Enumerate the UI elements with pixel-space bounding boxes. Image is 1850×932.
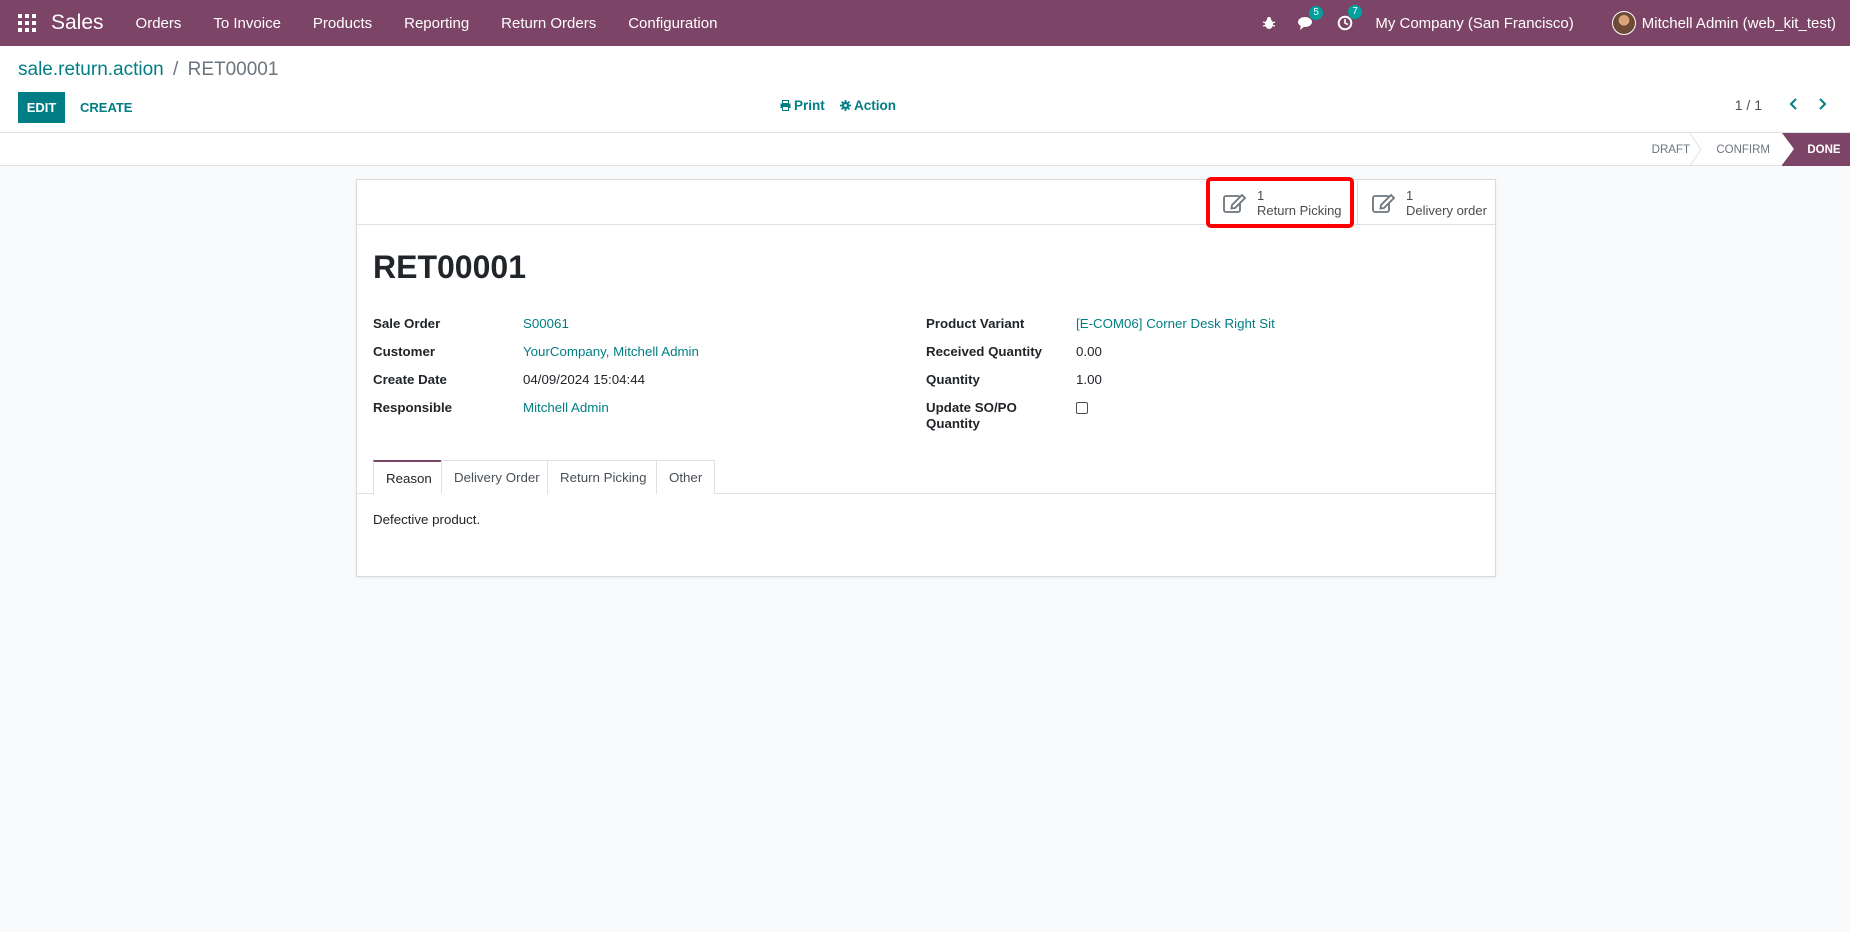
- pager-next-icon[interactable]: [1816, 96, 1828, 117]
- pager-value[interactable]: 1 / 1: [1735, 97, 1762, 113]
- stage-separator-icon: [1690, 133, 1702, 166]
- delivery-order-label: Delivery order: [1406, 202, 1487, 218]
- status-stages: DRAFT CONFIRM DONE: [1634, 133, 1850, 166]
- activities-count-badge: 7: [1348, 5, 1362, 19]
- tab-reason[interactable]: Reason: [373, 460, 445, 495]
- stage-confirm[interactable]: CONFIRM: [1702, 133, 1782, 166]
- avatar: [1611, 11, 1636, 35]
- responsible-link[interactable]: Mitchell Admin: [523, 400, 609, 428]
- menu-item-return-orders[interactable]: Return Orders: [485, 15, 612, 32]
- breadcrumb: sale.return.action / RET00001: [18, 59, 278, 81]
- menu-item-reporting[interactable]: Reporting: [388, 15, 485, 32]
- tab-return-picking[interactable]: Return Picking: [547, 460, 660, 494]
- field-label: Responsible: [373, 400, 453, 415]
- top-navbar: Sales Orders To Invoice Products Reporti…: [0, 0, 1850, 46]
- field-label: Received Quantity: [926, 344, 1043, 359]
- printer-icon: [780, 100, 791, 111]
- breadcrumb-parent-link[interactable]: sale.return.action: [18, 59, 164, 80]
- delivery-order-smart-button[interactable]: 1 Delivery order: [1357, 180, 1495, 225]
- apps-menu-icon[interactable]: [17, 13, 37, 33]
- quantity-value: 1.00: [1076, 372, 1102, 387]
- field-label: Create Date: [373, 372, 447, 387]
- field-update-quantity: Update SO/PO Quantity: [926, 400, 1486, 432]
- navbar-systray: 5 7 My Company (San Francisco) Mitchell …: [1262, 5, 1850, 35]
- menu-item-configuration[interactable]: Configuration: [612, 15, 733, 32]
- field-label: Update SO/PO Quantity: [926, 400, 1017, 431]
- reason-text: Defective product.: [373, 512, 481, 527]
- breadcrumb-separator: /: [173, 59, 179, 80]
- field-sale-order: Sale Order S00061: [373, 316, 913, 344]
- field-create-date: Create Date 04/09/2024 15:04:44: [373, 372, 913, 400]
- company-switcher[interactable]: My Company (San Francisco): [1375, 15, 1573, 32]
- customer-link[interactable]: YourCompany, Mitchell Admin: [523, 344, 699, 372]
- record-title: RET00001: [373, 249, 526, 285]
- activities-clock-icon[interactable]: 7: [1337, 5, 1362, 31]
- field-received-quantity: Received Quantity 0.00: [926, 344, 1486, 372]
- edit-pencil-icon: [1223, 193, 1247, 213]
- pager-previous-icon[interactable]: [1788, 96, 1800, 117]
- action-button-label: Action: [854, 98, 896, 113]
- notebook-tabs: Reason Delivery Order Return Picking Oth…: [357, 460, 1495, 495]
- debug-bug-icon[interactable]: [1262, 16, 1276, 30]
- field-label: Product Variant: [926, 316, 1025, 331]
- stage-done[interactable]: DONE: [1782, 133, 1850, 166]
- form-sheet: 1 Return Picking 1 Delivery order RET000…: [356, 177, 1496, 577]
- control-panel: sale.return.action / RET00001 EDIT CREAT…: [0, 46, 1850, 133]
- messages-icon[interactable]: 5: [1298, 5, 1323, 31]
- menu-item-to-invoice[interactable]: To Invoice: [197, 15, 297, 32]
- delivery-order-count: 1: [1406, 187, 1414, 203]
- action-button[interactable]: Action: [840, 98, 896, 113]
- field-label: Customer: [373, 344, 436, 359]
- right-field-group: Product Variant [E-COM06] Corner Desk Ri…: [926, 316, 1486, 432]
- edit-pencil-icon: [1372, 193, 1396, 213]
- field-label: Sale Order: [373, 316, 441, 331]
- return-picking-smart-button[interactable]: 1 Return Picking: [1206, 177, 1354, 228]
- main-menu: Orders To Invoice Products Reporting Ret…: [120, 15, 734, 32]
- print-button[interactable]: Print: [780, 98, 825, 113]
- received-quantity-value: 0.00: [1076, 344, 1102, 359]
- edit-button[interactable]: EDIT: [18, 92, 65, 123]
- status-bar: DRAFT CONFIRM DONE: [0, 133, 1850, 166]
- gear-icon: [840, 100, 851, 111]
- update-quantity-checkbox[interactable]: [1076, 402, 1088, 414]
- field-product-variant: Product Variant [E-COM06] Corner Desk Ri…: [926, 316, 1486, 344]
- user-menu[interactable]: Mitchell Admin (web_kit_test): [1611, 11, 1836, 35]
- create-button[interactable]: CREATE: [72, 92, 140, 123]
- sale-order-link[interactable]: S00061: [523, 316, 569, 344]
- field-quantity: Quantity 1.00: [926, 372, 1486, 400]
- menu-item-products[interactable]: Products: [297, 15, 388, 32]
- smart-button-box: 1 Return Picking 1 Delivery order: [357, 177, 1495, 228]
- menu-item-orders[interactable]: Orders: [120, 15, 198, 32]
- user-name: Mitchell Admin (web_kit_test): [1641, 14, 1836, 32]
- print-button-label: Print: [794, 98, 825, 113]
- app-brand[interactable]: Sales: [51, 11, 104, 35]
- product-variant-link[interactable]: [E-COM06] Corner Desk Right Sit: [1076, 316, 1275, 344]
- left-field-group: Sale Order S00061 Customer YourCompany, …: [373, 316, 913, 428]
- field-responsible: Responsible Mitchell Admin: [373, 400, 913, 428]
- messages-count-badge: 5: [1309, 5, 1323, 20]
- create-date-value: 04/09/2024 15:04:44: [523, 372, 646, 387]
- field-customer: Customer YourCompany, Mitchell Admin: [373, 344, 913, 372]
- return-picking-label: Return Picking: [1257, 202, 1342, 218]
- field-label: Quantity: [926, 372, 980, 387]
- breadcrumb-current: RET00001: [187, 59, 279, 80]
- tab-other[interactable]: Other: [656, 460, 716, 494]
- tab-delivery-order[interactable]: Delivery Order: [441, 460, 553, 494]
- return-picking-count: 1: [1257, 187, 1265, 203]
